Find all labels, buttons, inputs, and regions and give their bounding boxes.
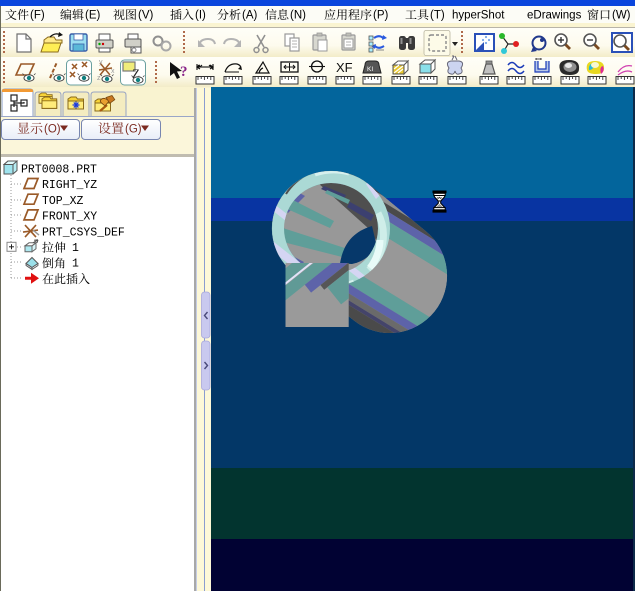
svg-text:(A): (A) bbox=[242, 10, 258, 22]
svg-text:PRT0008.PRT: PRT0008.PRT bbox=[21, 164, 97, 177]
svg-text:(I): (I) bbox=[195, 10, 206, 22]
svg-text:FRONT_XY: FRONT_XY bbox=[42, 211, 97, 224]
svg-text:KI: KI bbox=[367, 66, 373, 73]
svg-text:(O): (O) bbox=[44, 124, 61, 136]
svg-text:(W): (W) bbox=[612, 10, 631, 22]
svg-text:XF: XF bbox=[336, 60, 353, 75]
svg-text:y: y bbox=[99, 59, 103, 66]
svg-text:PRT_CSYS_DEF: PRT_CSYS_DEF bbox=[42, 226, 125, 239]
svg-text:hyperShot: hyperShot bbox=[452, 10, 505, 22]
svg-text:z: z bbox=[97, 75, 101, 82]
svg-text:eDrawings: eDrawings bbox=[527, 10, 582, 22]
svg-text:(E): (E) bbox=[85, 10, 101, 22]
svg-text:(T): (T) bbox=[430, 10, 445, 22]
svg-text:(G): (G) bbox=[125, 124, 142, 136]
svg-text:(V): (V) bbox=[138, 10, 154, 22]
svg-text:(F): (F) bbox=[30, 10, 45, 22]
svg-text:1: 1 bbox=[72, 242, 79, 255]
svg-text:RIGHT_YZ: RIGHT_YZ bbox=[42, 179, 97, 192]
svg-text:(N): (N) bbox=[290, 10, 306, 22]
svg-text:1: 1 bbox=[72, 258, 79, 271]
svg-text:?: ? bbox=[180, 64, 188, 80]
svg-text:x: x bbox=[111, 68, 115, 75]
svg-text:(P): (P) bbox=[373, 10, 389, 22]
svg-text:TOP_XZ: TOP_XZ bbox=[42, 195, 84, 208]
